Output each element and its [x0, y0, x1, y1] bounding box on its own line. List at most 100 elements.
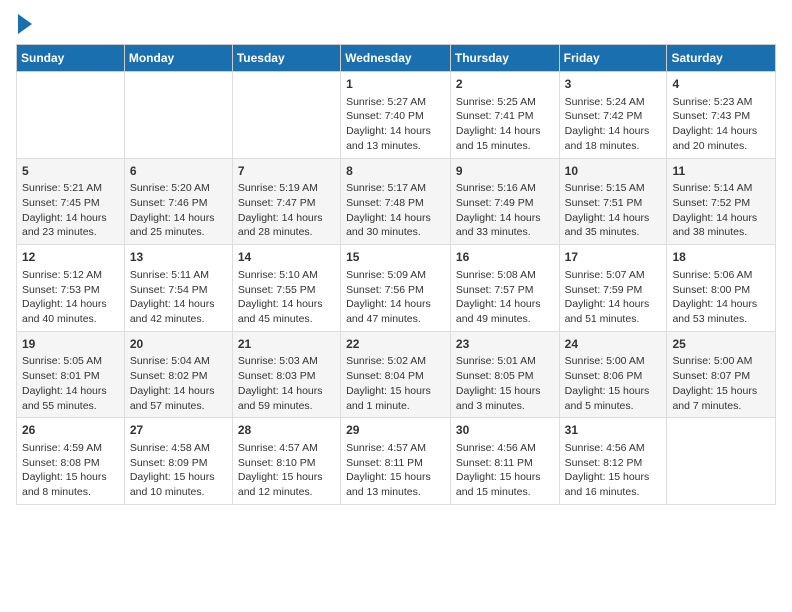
day-number: 19: [22, 336, 119, 353]
calendar-cell: [124, 72, 232, 159]
calendar-cell: 25Sunrise: 5:00 AM Sunset: 8:07 PM Dayli…: [667, 331, 776, 418]
day-number: 30: [456, 422, 554, 439]
calendar-cell: 27 Sunrise: 4:58 AM Sunset: 8:09 PM Dayli…: [124, 418, 232, 505]
day-number: 11: [672, 163, 770, 180]
day-info: Sunrise: 5:04 AM Sunset: 8:02 PM Dayligh…: [130, 354, 227, 413]
calendar-cell: 22Sunrise: 5:02 AM Sunset: 8:04 PM Dayli…: [341, 331, 451, 418]
day-info: Sunrise: 5:11 AM Sunset: 7:54 PM Dayligh…: [130, 268, 227, 327]
day-number: 9: [456, 163, 554, 180]
day-number: 6: [130, 163, 227, 180]
calendar-cell: 18 Sunrise: 5:06 AM Sunset: 8:00 PM Dayli…: [667, 245, 776, 332]
calendar-cell: 17 Sunrise: 5:07 AM Sunset: 7:59 PM Dayli…: [559, 245, 667, 332]
day-info: Sunrise: 4:58 AM Sunset: 8:09 PM Dayligh…: [130, 441, 227, 500]
day-info: Sunrise: 4:57 AM Sunset: 8:10 PM Dayligh…: [238, 441, 335, 500]
day-info: Sunrise: 5:10 AM Sunset: 7:55 PM Dayligh…: [238, 268, 335, 327]
logo-arrow-icon: [18, 14, 32, 34]
calendar-week-row: 5Sunrise: 5:21 AM Sunset: 7:45 PM Daylig…: [17, 158, 776, 245]
calendar-cell: 24Sunrise: 5:00 AM Sunset: 8:06 PM Dayli…: [559, 331, 667, 418]
day-header-tuesday: Tuesday: [232, 45, 340, 72]
day-info: Sunrise: 5:01 AM Sunset: 8:05 PM Dayligh…: [456, 354, 554, 413]
day-info: Sunrise: 5:27 AM Sunset: 7:40 PM Dayligh…: [346, 95, 445, 154]
calendar-cell: 20Sunrise: 5:04 AM Sunset: 8:02 PM Dayli…: [124, 331, 232, 418]
day-number: 26: [22, 422, 119, 439]
day-number: 18: [672, 249, 770, 266]
calendar-cell: 31Sunrise: 4:56 AM Sunset: 8:12 PM Dayli…: [559, 418, 667, 505]
calendar-cell: 28 Sunrise: 4:57 AM Sunset: 8:10 PM Dayli…: [232, 418, 340, 505]
day-info: Sunrise: 5:19 AM Sunset: 7:47 PM Dayligh…: [238, 181, 335, 240]
calendar-cell: 26 Sunrise: 4:59 AM Sunset: 8:08 PM Dayli…: [17, 418, 125, 505]
day-header-friday: Friday: [559, 45, 667, 72]
calendar-week-row: 1 Sunrise: 5:27 AM Sunset: 7:40 PM Daylig…: [17, 72, 776, 159]
calendar-cell: 29 Sunrise: 4:57 AM Sunset: 8:11 PM Dayli…: [341, 418, 451, 505]
day-info: Sunrise: 5:06 AM Sunset: 8:00 PM Dayligh…: [672, 268, 770, 327]
day-number: 29: [346, 422, 445, 439]
day-info: Sunrise: 5:20 AM Sunset: 7:46 PM Dayligh…: [130, 181, 227, 240]
calendar-cell: [232, 72, 340, 159]
day-info: Sunrise: 5:17 AM Sunset: 7:48 PM Dayligh…: [346, 181, 445, 240]
day-header-thursday: Thursday: [450, 45, 559, 72]
day-info: Sunrise: 4:56 AM Sunset: 8:11 PM Dayligh…: [456, 441, 554, 500]
day-number: 10: [565, 163, 662, 180]
day-info: Sunrise: 5:09 AM Sunset: 7:56 PM Dayligh…: [346, 268, 445, 327]
day-number: 7: [238, 163, 335, 180]
day-info: Sunrise: 5:08 AM Sunset: 7:57 PM Dayligh…: [456, 268, 554, 327]
calendar-table: SundayMondayTuesdayWednesdayThursdayFrid…: [16, 44, 776, 505]
calendar-cell: 6Sunrise: 5:20 AM Sunset: 7:46 PM Daylig…: [124, 158, 232, 245]
day-info: Sunrise: 5:16 AM Sunset: 7:49 PM Dayligh…: [456, 181, 554, 240]
calendar-cell: 7Sunrise: 5:19 AM Sunset: 7:47 PM Daylig…: [232, 158, 340, 245]
day-number: 31: [565, 422, 662, 439]
page-header: [16, 16, 776, 34]
calendar-cell: 5Sunrise: 5:21 AM Sunset: 7:45 PM Daylig…: [17, 158, 125, 245]
logo: [16, 16, 32, 34]
calendar-cell: 2 Sunrise: 5:25 AM Sunset: 7:41 PM Daylig…: [450, 72, 559, 159]
day-info: Sunrise: 5:21 AM Sunset: 7:45 PM Dayligh…: [22, 181, 119, 240]
day-number: 27: [130, 422, 227, 439]
day-info: Sunrise: 5:25 AM Sunset: 7:41 PM Dayligh…: [456, 95, 554, 154]
day-number: 28: [238, 422, 335, 439]
day-number: 4: [672, 76, 770, 93]
day-number: 12: [22, 249, 119, 266]
calendar-cell: 30 Sunrise: 4:56 AM Sunset: 8:11 PM Dayli…: [450, 418, 559, 505]
day-header-saturday: Saturday: [667, 45, 776, 72]
day-number: 20: [130, 336, 227, 353]
calendar-cell: [667, 418, 776, 505]
calendar-cell: 10Sunrise: 5:15 AM Sunset: 7:51 PM Dayli…: [559, 158, 667, 245]
day-info: Sunrise: 5:24 AM Sunset: 7:42 PM Dayligh…: [565, 95, 662, 154]
calendar-cell: 11Sunrise: 5:14 AM Sunset: 7:52 PM Dayli…: [667, 158, 776, 245]
calendar-cell: 21Sunrise: 5:03 AM Sunset: 8:03 PM Dayli…: [232, 331, 340, 418]
calendar-cell: 12 Sunrise: 5:12 AM Sunset: 7:53 PM Dayli…: [17, 245, 125, 332]
calendar-cell: 4 Sunrise: 5:23 AM Sunset: 7:43 PM Daylig…: [667, 72, 776, 159]
calendar-cell: 3 Sunrise: 5:24 AM Sunset: 7:42 PM Daylig…: [559, 72, 667, 159]
day-info: Sunrise: 5:03 AM Sunset: 8:03 PM Dayligh…: [238, 354, 335, 413]
calendar-cell: 16Sunrise: 5:08 AM Sunset: 7:57 PM Dayli…: [450, 245, 559, 332]
calendar-week-row: 19Sunrise: 5:05 AM Sunset: 8:01 PM Dayli…: [17, 331, 776, 418]
day-info: Sunrise: 5:23 AM Sunset: 7:43 PM Dayligh…: [672, 95, 770, 154]
calendar-cell: 1 Sunrise: 5:27 AM Sunset: 7:40 PM Daylig…: [341, 72, 451, 159]
day-info: Sunrise: 4:59 AM Sunset: 8:08 PM Dayligh…: [22, 441, 119, 500]
calendar-cell: [17, 72, 125, 159]
day-number: 2: [456, 76, 554, 93]
day-info: Sunrise: 5:02 AM Sunset: 8:04 PM Dayligh…: [346, 354, 445, 413]
calendar-cell: 9Sunrise: 5:16 AM Sunset: 7:49 PM Daylig…: [450, 158, 559, 245]
calendar-week-row: 26 Sunrise: 4:59 AM Sunset: 8:08 PM Dayli…: [17, 418, 776, 505]
day-number: 5: [22, 163, 119, 180]
day-number: 22: [346, 336, 445, 353]
calendar-cell: 19Sunrise: 5:05 AM Sunset: 8:01 PM Dayli…: [17, 331, 125, 418]
day-number: 25: [672, 336, 770, 353]
day-number: 21: [238, 336, 335, 353]
calendar-cell: 15Sunrise: 5:09 AM Sunset: 7:56 PM Dayli…: [341, 245, 451, 332]
day-info: Sunrise: 4:57 AM Sunset: 8:11 PM Dayligh…: [346, 441, 445, 500]
calendar-header-row: SundayMondayTuesdayWednesdayThursdayFrid…: [17, 45, 776, 72]
day-number: 8: [346, 163, 445, 180]
day-info: Sunrise: 5:12 AM Sunset: 7:53 PM Dayligh…: [22, 268, 119, 327]
day-number: 3: [565, 76, 662, 93]
day-info: Sunrise: 5:07 AM Sunset: 7:59 PM Dayligh…: [565, 268, 662, 327]
day-number: 17: [565, 249, 662, 266]
day-number: 23: [456, 336, 554, 353]
day-info: Sunrise: 5:15 AM Sunset: 7:51 PM Dayligh…: [565, 181, 662, 240]
day-number: 24: [565, 336, 662, 353]
calendar-cell: 14Sunrise: 5:10 AM Sunset: 7:55 PM Dayli…: [232, 245, 340, 332]
calendar-cell: 13Sunrise: 5:11 AM Sunset: 7:54 PM Dayli…: [124, 245, 232, 332]
day-number: 1: [346, 76, 445, 93]
day-info: Sunrise: 5:00 AM Sunset: 8:06 PM Dayligh…: [565, 354, 662, 413]
